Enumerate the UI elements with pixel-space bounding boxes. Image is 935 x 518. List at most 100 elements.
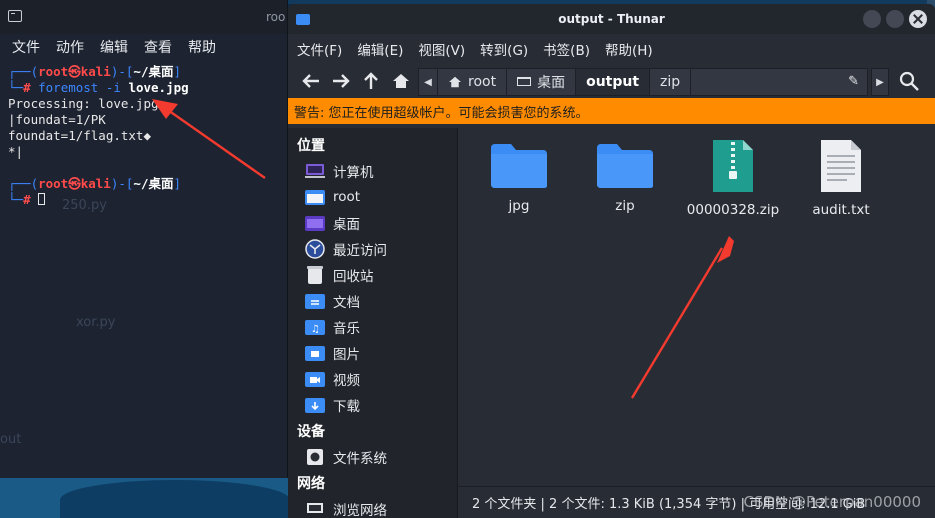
terminal-menubar: 文件 动作 编辑 查看 帮助	[0, 34, 287, 60]
downloads-folder-icon	[305, 396, 325, 414]
videos-folder-icon	[305, 370, 325, 388]
file-label: jpg	[508, 198, 530, 214]
terminal-output[interactable]: ┌──(root㉿kali)-[~/桌面] └─# foremost -i lo…	[0, 60, 287, 212]
desktop-folder-icon	[305, 214, 325, 232]
file-item-audit-txt[interactable]: audit.txt	[786, 138, 896, 218]
minimize-button[interactable]	[863, 10, 881, 28]
sidebar-item-pictures[interactable]: 图片	[288, 340, 457, 366]
menu-bookmarks[interactable]: 书签(B)	[543, 39, 590, 59]
path-scroll-right-button[interactable]: ▶	[871, 68, 889, 96]
menu-edit[interactable]: 编辑(E)	[357, 39, 403, 59]
network-icon	[305, 500, 325, 518]
file-label: 00000328.zip	[686, 202, 780, 218]
terminal-menu-view[interactable]: 查看	[144, 37, 172, 57]
close-button[interactable]	[909, 10, 927, 28]
sidebar-item-computer[interactable]: 计算机	[288, 158, 457, 184]
output-line: |foundat=1/PK	[8, 112, 106, 127]
recent-icon	[305, 239, 325, 259]
sidebar-item-root[interactable]: root	[288, 184, 457, 210]
trash-icon	[305, 266, 325, 284]
sidebar: 位置 计算机 root 桌面 最近访问 回收站 文档 ♫ 音乐 图片 视频 下载…	[288, 128, 458, 518]
music-folder-icon: ♫	[305, 318, 325, 336]
terminal-menu-actions[interactable]: 动作	[56, 37, 84, 57]
menu-view[interactable]: 视图(V)	[418, 39, 465, 59]
output-line: *|	[8, 144, 24, 159]
search-icon	[899, 71, 919, 91]
search-button[interactable]	[898, 70, 922, 94]
forward-arrow-icon	[333, 74, 350, 88]
sidebar-header-network: 网络	[297, 476, 325, 492]
text-file-icon	[821, 140, 861, 192]
terminal-menu-edit[interactable]: 编辑	[100, 37, 128, 57]
terminal-titlebar[interactable]: roo	[0, 0, 287, 34]
folder-icon	[597, 144, 653, 188]
sidebar-item-videos[interactable]: 视频	[288, 366, 457, 392]
prompt-user: root	[38, 64, 69, 79]
file-label: audit.txt	[812, 202, 870, 218]
output-line: foundat=1/flag.txt◆	[8, 128, 151, 143]
file-item-zip-folder[interactable]: zip	[570, 142, 680, 214]
command-arg: love.jpg	[128, 80, 189, 95]
prompt-line: ┌──(root㉿kali)-[~/桌面]	[8, 64, 182, 79]
forward-button[interactable]	[326, 67, 356, 95]
file-manager-menubar: 文件(F) 编辑(E) 视图(V) 转到(G) 书签(B) 帮助(H)	[288, 34, 935, 64]
prompt-line: ┌──(root㉿kali)-[~/桌面]	[8, 176, 182, 191]
home-button[interactable]	[386, 67, 416, 95]
sidebar-header-places: 位置	[297, 138, 325, 154]
sidebar-item-downloads[interactable]: 下载	[288, 392, 457, 418]
file-view[interactable]: jpg zip 00000328.zip audit.txt	[458, 128, 935, 518]
desktop-file-ghost: 250.py	[62, 198, 107, 213]
sidebar-item-recent[interactable]: 最近访问	[288, 236, 457, 262]
watermark: CSDN @Peterpan00000	[743, 493, 922, 511]
terminal-title: roo	[266, 10, 286, 24]
home-icon	[449, 76, 461, 88]
path-scroll-left-button[interactable]: ◀	[418, 68, 438, 96]
documents-folder-icon	[305, 292, 325, 310]
back-arrow-icon	[302, 74, 319, 88]
maximize-button[interactable]	[886, 10, 904, 28]
output-line: Processing: love.jpg	[8, 96, 159, 111]
sidebar-item-music[interactable]: ♫ 音乐	[288, 314, 457, 340]
up-button[interactable]	[356, 67, 386, 95]
status-bar: 2 个文件夹 | 2 个文件: 1.3 KiB (1,354 字节) | 可用空…	[458, 486, 935, 518]
sidebar-item-documents[interactable]: 文档	[288, 288, 457, 314]
path-segment-zip[interactable]: zip	[650, 68, 692, 96]
desktop-file-ghost: xor.py	[76, 315, 116, 330]
terminal-window: roo 文件 动作 编辑 查看 帮助 ┌──(root㉿kali)-[~/桌面]…	[0, 0, 288, 478]
menu-file[interactable]: 文件(F)	[297, 39, 342, 59]
sidebar-header-devices: 设备	[297, 424, 325, 440]
desktop-icon	[517, 77, 532, 86]
menu-go[interactable]: 转到(G)	[480, 39, 528, 59]
terminal-menu-help[interactable]: 帮助	[188, 37, 216, 57]
toolbar: ◀ root 桌面 output zip ✎ ▶	[288, 64, 935, 98]
command-text: foremost -i	[38, 80, 121, 95]
command-line: └─# foremost -i love.jpg	[8, 80, 189, 95]
file-label: zip	[615, 198, 635, 214]
zip-archive-icon	[713, 140, 753, 192]
sidebar-item-browse-network[interactable]: 浏览网络	[288, 496, 457, 518]
path-segment-root[interactable]: root	[438, 68, 508, 96]
prompt-host: kali	[80, 64, 111, 79]
file-manager-window: output - Thunar 文件(F) 编辑(E) 视图(V) 转到(G) …	[288, 4, 935, 518]
sidebar-item-trash[interactable]: 回收站	[288, 262, 457, 288]
sidebar-item-filesystem[interactable]: 文件系统	[288, 444, 457, 470]
file-item-jpg[interactable]: jpg	[464, 142, 574, 214]
desktop-wallpaper-swirl	[60, 480, 290, 518]
path-bar-empty[interactable]: ✎	[691, 68, 868, 96]
window-title: output - Thunar	[558, 12, 665, 26]
root-warning-bar: 警告: 您正在使用超级帐户。可能会损害您的系统。	[288, 98, 935, 124]
file-item-00000328-zip[interactable]: 00000328.zip	[678, 138, 788, 218]
edit-location-icon[interactable]: ✎	[848, 74, 859, 89]
svg-text:♫: ♫	[311, 324, 320, 335]
path-segment-output[interactable]: output	[576, 68, 651, 96]
sidebar-item-desktop[interactable]: 桌面	[288, 210, 457, 236]
back-button[interactable]	[296, 67, 326, 95]
home-folder-icon	[305, 188, 325, 206]
home-icon	[393, 74, 409, 88]
file-manager-titlebar[interactable]: output - Thunar	[288, 4, 935, 34]
terminal-cursor	[38, 193, 46, 205]
terminal-menu-file[interactable]: 文件	[12, 37, 40, 57]
path-segment-desktop[interactable]: 桌面	[507, 68, 577, 96]
menu-help[interactable]: 帮助(H)	[605, 39, 653, 59]
desktop-file-ghost: out	[0, 432, 22, 447]
